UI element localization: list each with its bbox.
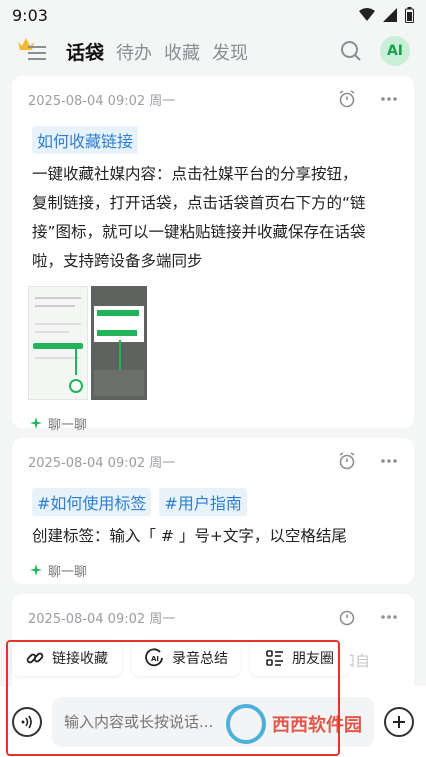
chat-label: 聊一聊: [48, 417, 88, 433]
note-date: 2025-08-04 09:02 周一: [28, 93, 176, 109]
wifi-icon: [359, 8, 375, 21]
ai-label: AI: [386, 43, 404, 59]
tab-discover[interactable]: 发现: [212, 39, 248, 65]
chat-button[interactable]: 聊一聊: [12, 406, 414, 440]
sparkle-icon: [30, 564, 42, 576]
record-summary-button[interactable]: AI 录音总结: [132, 640, 240, 676]
note-line: 啦，支持跨设备多端同步: [32, 252, 203, 270]
signal-icon: [383, 8, 397, 22]
note-line: 一键收藏社媒内容：点击社媒平台的分享按钮，: [32, 165, 358, 183]
link-collect-label: 链接收藏: [52, 651, 108, 667]
menu-icon: [28, 46, 46, 60]
attachment-thumbnail[interactable]: [28, 286, 156, 400]
record-summary-label: 录音总结: [172, 651, 228, 667]
tag-chip[interactable]: #用户指南: [159, 488, 247, 516]
sparkle-icon: [30, 417, 42, 429]
note-card[interactable]: 2025-08-04 09:02 周一 如何收藏链接 一键收藏社媒内容：点击社媒…: [12, 76, 414, 433]
note-body: 创建标签：输入「 # 」号+文字，以空格结尾: [12, 522, 414, 551]
list-icon: [266, 650, 283, 666]
link-icon: [26, 652, 44, 664]
battery-icon: [405, 7, 414, 23]
moments-button[interactable]: 朋友圈: [250, 640, 350, 676]
note-line: 接”图标，就可以一键粘贴链接并收藏保存在话袋: [32, 223, 366, 241]
note-card[interactable]: 2025-08-04 09:02 周一 #如何使用标签 #用户指南 创建标签：输…: [12, 438, 414, 584]
link-collect-button[interactable]: 链接收藏: [12, 640, 122, 676]
alarm-clock-icon[interactable]: [338, 452, 356, 470]
watermark: 西西软件园: [226, 704, 412, 744]
more-icon[interactable]: [380, 96, 398, 102]
chat-label: 聊一聊: [48, 564, 88, 580]
tab-favorites[interactable]: 收藏: [164, 39, 200, 65]
note-date: 2025-08-04 09:02 周一: [28, 455, 176, 471]
ai-button[interactable]: AI: [380, 36, 410, 66]
note-body: 一键收藏社媒内容：点击社媒平台的分享按钮， 复制链接，打开话袋，点击话袋首页右下…: [12, 160, 414, 276]
tab-bar: 话袋 待办 收藏 发现: [66, 38, 248, 65]
voice-button[interactable]: [12, 706, 42, 737]
tag-chip[interactable]: #如何使用标签: [32, 488, 152, 516]
search-icon[interactable]: [340, 40, 362, 62]
note-line: 复制链接，打开话袋，点击话袋首页右下方的“链: [32, 194, 366, 212]
watermark-logo: [226, 704, 266, 744]
voice-icon: [21, 715, 32, 728]
note-line: 创建标签：输入「 # 」号+文字，以空格结尾: [32, 527, 347, 545]
status-bar: 9:03: [0, 0, 426, 30]
chat-button[interactable]: 聊一聊: [12, 553, 414, 587]
tag-chip[interactable]: 如何收藏链接: [32, 126, 139, 154]
thumbnail-right-screen: [91, 286, 147, 400]
alarm-clock-icon[interactable]: [338, 90, 356, 108]
thumbnail-left-screen: [28, 286, 88, 400]
tab-huadai[interactable]: 话袋: [66, 38, 104, 65]
ai-record-icon: AI: [145, 648, 163, 667]
quick-action-bar: 链接收藏 AI 录音总结 朋友圈: [0, 640, 426, 682]
status-time: 9:03: [12, 5, 48, 25]
status-icons: [359, 7, 414, 23]
more-icon[interactable]: [380, 458, 398, 464]
top-nav: 话袋 待办 收藏 发现 AI: [0, 30, 426, 72]
alarm-clock-icon[interactable]: [338, 608, 356, 626]
tab-todo[interactable]: 待办: [116, 39, 152, 65]
more-icon[interactable]: [380, 614, 398, 620]
svg-text:AI: AI: [151, 655, 159, 663]
menu-button[interactable]: [16, 36, 56, 66]
moments-label: 朋友圈: [292, 651, 334, 667]
watermark-text: 西西软件园: [272, 715, 362, 736]
note-date: 2025-08-04 09:02 周一: [28, 611, 176, 627]
